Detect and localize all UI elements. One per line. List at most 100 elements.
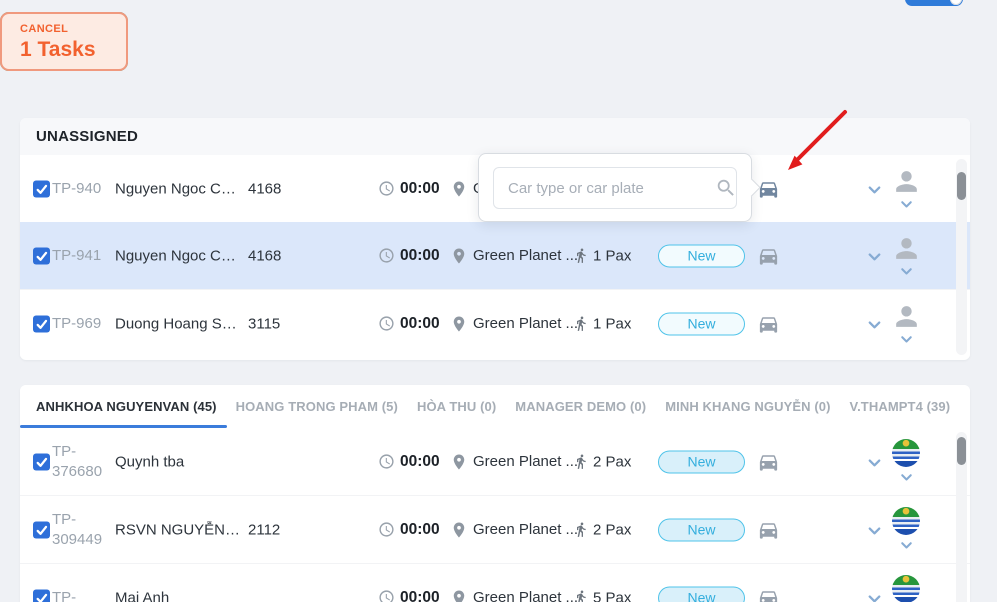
driver-avatar[interactable] <box>892 575 920 602</box>
task-pax-cell: 2 Pax <box>573 521 631 538</box>
driver-assign-cell[interactable] <box>889 575 923 602</box>
avatar-chevron-icon[interactable] <box>898 330 915 347</box>
car-icon[interactable] <box>757 518 780 541</box>
driver-assign-cell[interactable] <box>889 166 923 212</box>
clock-icon <box>378 589 395 602</box>
task-row[interactable]: TP-941 Nguyen Ngoc Cong 4168 00:00 Green… <box>20 222 970 289</box>
driver-assign-cell[interactable] <box>889 439 923 485</box>
task-time-cell: 00:00 <box>378 247 440 265</box>
car-icon[interactable] <box>757 177 780 200</box>
driver-tabs: ANHKHOA NGUYENVAN (45) HOANG TRONG PHAM … <box>20 385 970 428</box>
driver-tab[interactable]: MANAGER DEMO (0) <box>515 385 646 428</box>
task-name: Mai Anh <box>115 589 243 602</box>
task-row[interactable]: TP- Mai Anh 00:00 Green Planet ... <box>20 563 970 602</box>
task-time-cell: 00:00 <box>378 589 440 602</box>
task-location: Green Planet ... <box>473 453 578 470</box>
status-card-count: 1 Tasks <box>20 38 126 62</box>
task-row[interactable]: TP-376680 Quynh tba 00:00 Green Planet .… <box>20 428 970 495</box>
scrollbar-thumb[interactable] <box>957 437 966 465</box>
task-time: 00:00 <box>400 247 440 265</box>
location-pin-icon <box>450 180 468 198</box>
pax-count: 2 Pax <box>593 521 631 538</box>
driver-tab[interactable]: HOANG TRONG PHAM (5) <box>236 385 398 428</box>
search-icon <box>715 177 737 199</box>
pax-count: 5 Pax <box>593 589 631 602</box>
driver-tab-label: HÒA THU (0) <box>417 399 496 414</box>
pax-count: 2 Pax <box>593 453 631 470</box>
driver-tab[interactable]: V.THAMPT4 (39) <box>850 385 951 428</box>
driver-tab[interactable]: MINH KHANG NGUYỄN (0) <box>665 385 830 428</box>
task-time: 00:00 <box>400 180 440 198</box>
task-checkbox[interactable] <box>33 589 50 602</box>
status-badge: New <box>658 518 745 541</box>
task-checkbox[interactable] <box>33 180 50 197</box>
task-location-cell: Green Planet ... <box>450 315 578 333</box>
chevron-down-icon[interactable] <box>865 246 884 265</box>
avatar-chevron-icon[interactable] <box>898 195 915 212</box>
driver-tab[interactable]: HÒA THU (0) <box>417 385 496 428</box>
location-pin-icon <box>450 521 468 539</box>
avatar-chevron-icon[interactable] <box>898 468 915 485</box>
task-row[interactable]: TP-309449 RSVN NGUYỄN K... 2112 00:00 Gr… <box>20 495 970 563</box>
scrollbar-thumb[interactable] <box>957 172 966 200</box>
status-card-label: CANCEL <box>20 23 126 35</box>
task-location-cell: Green Planet ... <box>450 453 578 471</box>
pax-count: 1 Pax <box>593 315 631 332</box>
task-checkbox[interactable] <box>33 521 50 538</box>
chevron-down-icon[interactable] <box>865 452 884 471</box>
task-name: Nguyen Ngoc Cong <box>115 180 243 197</box>
task-id: TP-969 <box>52 313 116 333</box>
clock-icon <box>378 247 395 264</box>
task-pax-cell: 1 Pax <box>573 315 631 332</box>
task-checkbox[interactable] <box>33 315 50 332</box>
car-icon[interactable] <box>757 586 780 602</box>
task-location-cell: Green Planet ... <box>450 247 578 265</box>
chevron-down-icon[interactable] <box>865 179 884 198</box>
chevron-down-icon[interactable] <box>865 314 884 333</box>
status-card[interactable]: CANCEL 1 Tasks <box>0 12 128 71</box>
avatar-chevron-icon[interactable] <box>898 536 915 553</box>
driver-avatar[interactable] <box>892 507 920 535</box>
avatar-person-icon[interactable] <box>891 166 922 197</box>
task-location-cell: Green Planet ... <box>450 521 578 539</box>
driver-tab-label: ANHKHOA NGUYENVAN (45) <box>36 399 217 414</box>
avatar-person-icon[interactable] <box>891 301 922 332</box>
car-icon[interactable] <box>757 450 780 473</box>
task-code: 2112 <box>248 521 280 538</box>
vehicle-search-input[interactable] <box>494 180 715 197</box>
avatar-person-icon[interactable] <box>891 233 922 264</box>
driver-assign-cell[interactable] <box>889 233 923 279</box>
walking-person-icon <box>573 590 589 602</box>
car-icon[interactable] <box>757 312 780 335</box>
driver-tab-label: MANAGER DEMO (0) <box>515 399 646 414</box>
driver-tab-label: V.THAMPT4 (39) <box>850 399 951 414</box>
car-icon[interactable] <box>757 244 780 267</box>
avatar-chevron-icon[interactable] <box>898 262 915 279</box>
driver-assign-cell[interactable] <box>889 507 923 553</box>
task-row[interactable]: TP-969 Duong Hoang Sa ... 3115 00:00 Gre… <box>20 289 970 357</box>
task-id: TP-376680 <box>52 441 110 482</box>
task-id: TP- <box>52 587 110 602</box>
driver-avatar[interactable] <box>892 439 920 467</box>
assigned-panel: ANHKHOA NGUYENVAN (45) HOANG TRONG PHAM … <box>20 385 970 602</box>
status-card-row: NEW 134 Tasks IN-PROGRESS 0 Tasks ON HOL… <box>0 0 997 90</box>
task-name: RSVN NGUYỄN K... <box>115 521 243 538</box>
location-pin-icon <box>450 453 468 471</box>
status-badge: New <box>658 312 745 335</box>
status-badge: New <box>658 586 745 602</box>
driver-assign-cell[interactable] <box>889 301 923 347</box>
clipped-toggle[interactable] <box>905 0 963 6</box>
task-checkbox[interactable] <box>33 453 50 470</box>
driver-tab-label: MINH KHANG NGUYỄN (0) <box>665 399 830 414</box>
chevron-down-icon[interactable] <box>865 520 884 539</box>
task-id: TP-941 <box>52 245 116 265</box>
chevron-down-icon[interactable] <box>865 588 884 602</box>
task-name: Quynh tba <box>115 453 243 470</box>
task-time-cell: 00:00 <box>378 315 440 333</box>
status-badge: New <box>658 244 745 267</box>
pax-count: 1 Pax <box>593 247 631 264</box>
task-location: Green Planet ... <box>473 589 578 602</box>
driver-tab[interactable]: ANHKHOA NGUYENVAN (45) <box>36 385 217 428</box>
task-time: 00:00 <box>400 589 440 602</box>
task-checkbox[interactable] <box>33 247 50 264</box>
